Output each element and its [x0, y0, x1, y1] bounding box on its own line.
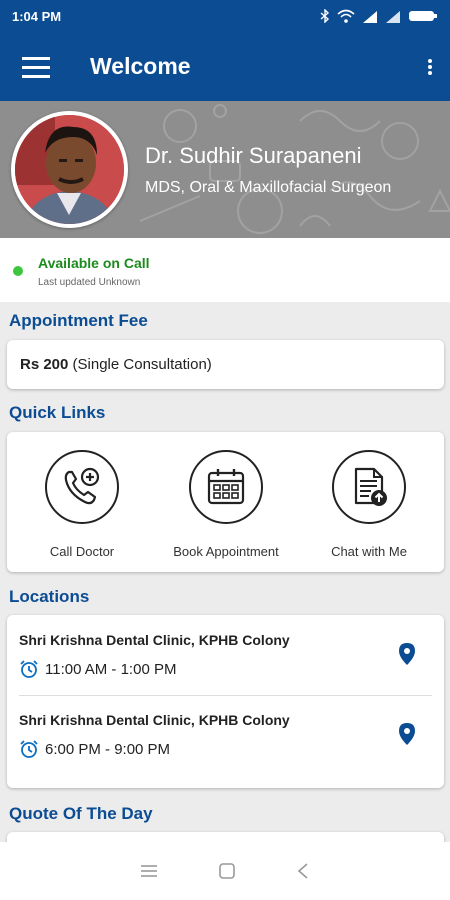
- chat-with-me-button[interactable]: Chat with Me: [299, 450, 439, 559]
- battery-icon: [409, 11, 437, 21]
- fee-amount: Rs 200: [20, 356, 69, 373]
- clinic-name: Shri Krishna Dental Clinic, KPHB Colony: [19, 712, 290, 728]
- more-vert-icon: [428, 58, 432, 75]
- appointment-fee-card: Rs 200 (Single Consultation): [7, 340, 444, 389]
- availability-status: Available on Call Last updated Unknown: [0, 238, 450, 302]
- system-nav-bar: [0, 842, 450, 900]
- chat-with-me-label: Chat with Me: [331, 544, 407, 559]
- clinic-hours: 6:00 PM - 9:00 PM: [45, 740, 171, 758]
- bluetooth-icon: [320, 9, 330, 23]
- status-time: 1:04 PM: [12, 8, 62, 24]
- menu-button[interactable]: [6, 32, 66, 101]
- availability-label: Available on Call: [38, 255, 150, 271]
- call-doctor-button[interactable]: Call Doctor: [12, 450, 152, 559]
- map-pin-icon[interactable]: [398, 722, 416, 746]
- location-item[interactable]: Shri Krishna Dental Clinic, KPHB Colony …: [7, 695, 444, 775]
- status-dot-icon: [13, 266, 23, 276]
- status-bar: 1:04 PM: [0, 0, 450, 32]
- wifi-icon: [337, 9, 355, 23]
- last-updated-label: Last updated Unknown: [38, 277, 141, 288]
- clinic-hours: 11:00 AM - 1:00 PM: [45, 660, 177, 678]
- appointment-fee-heading: Appointment Fee: [9, 311, 148, 330]
- phone-plus-icon: [64, 467, 100, 505]
- location-item[interactable]: Shri Krishna Dental Clinic, KPHB Colony …: [7, 615, 444, 695]
- fee-note: (Single Consultation): [68, 356, 212, 373]
- calendar-icon: [207, 469, 245, 505]
- home-icon[interactable]: [218, 862, 236, 880]
- locations-card: Shri Krishna Dental Clinic, KPHB Colony …: [7, 615, 444, 788]
- app-bar: Welcome: [0, 32, 450, 101]
- hamburger-icon: [22, 56, 50, 78]
- profile-header: Dr. Sudhir Surapaneni MDS, Oral & Maxill…: [0, 101, 450, 238]
- quote-heading: Quote Of The Day: [9, 804, 153, 823]
- signal-icon: [363, 10, 377, 23]
- page-title: Welcome: [90, 53, 191, 79]
- recents-menu-icon[interactable]: [140, 864, 158, 878]
- clinic-name: Shri Krishna Dental Clinic, KPHB Colony: [19, 632, 290, 648]
- map-pin-icon[interactable]: [398, 642, 416, 666]
- signal-icon: [386, 10, 400, 23]
- locations-heading: Locations: [9, 587, 90, 606]
- doctor-qualification: MDS, Oral & Maxillofacial Surgeon: [145, 179, 392, 196]
- book-appointment-label: Book Appointment: [173, 544, 279, 559]
- alarm-clock-icon: [20, 740, 38, 758]
- avatar: [11, 111, 128, 228]
- book-appointment-button[interactable]: Book Appointment: [156, 450, 296, 559]
- doctor-name: Dr. Sudhir Surapaneni: [145, 143, 362, 168]
- quick-links-card: Call Doctor Book Appointment Chat with M…: [7, 432, 444, 572]
- back-icon[interactable]: [296, 862, 310, 880]
- alarm-clock-icon: [20, 660, 38, 678]
- more-options-button[interactable]: [410, 32, 450, 101]
- call-doctor-label: Call Doctor: [49, 544, 115, 559]
- quick-links-heading: Quick Links: [9, 403, 106, 422]
- document-upload-icon: [354, 467, 387, 506]
